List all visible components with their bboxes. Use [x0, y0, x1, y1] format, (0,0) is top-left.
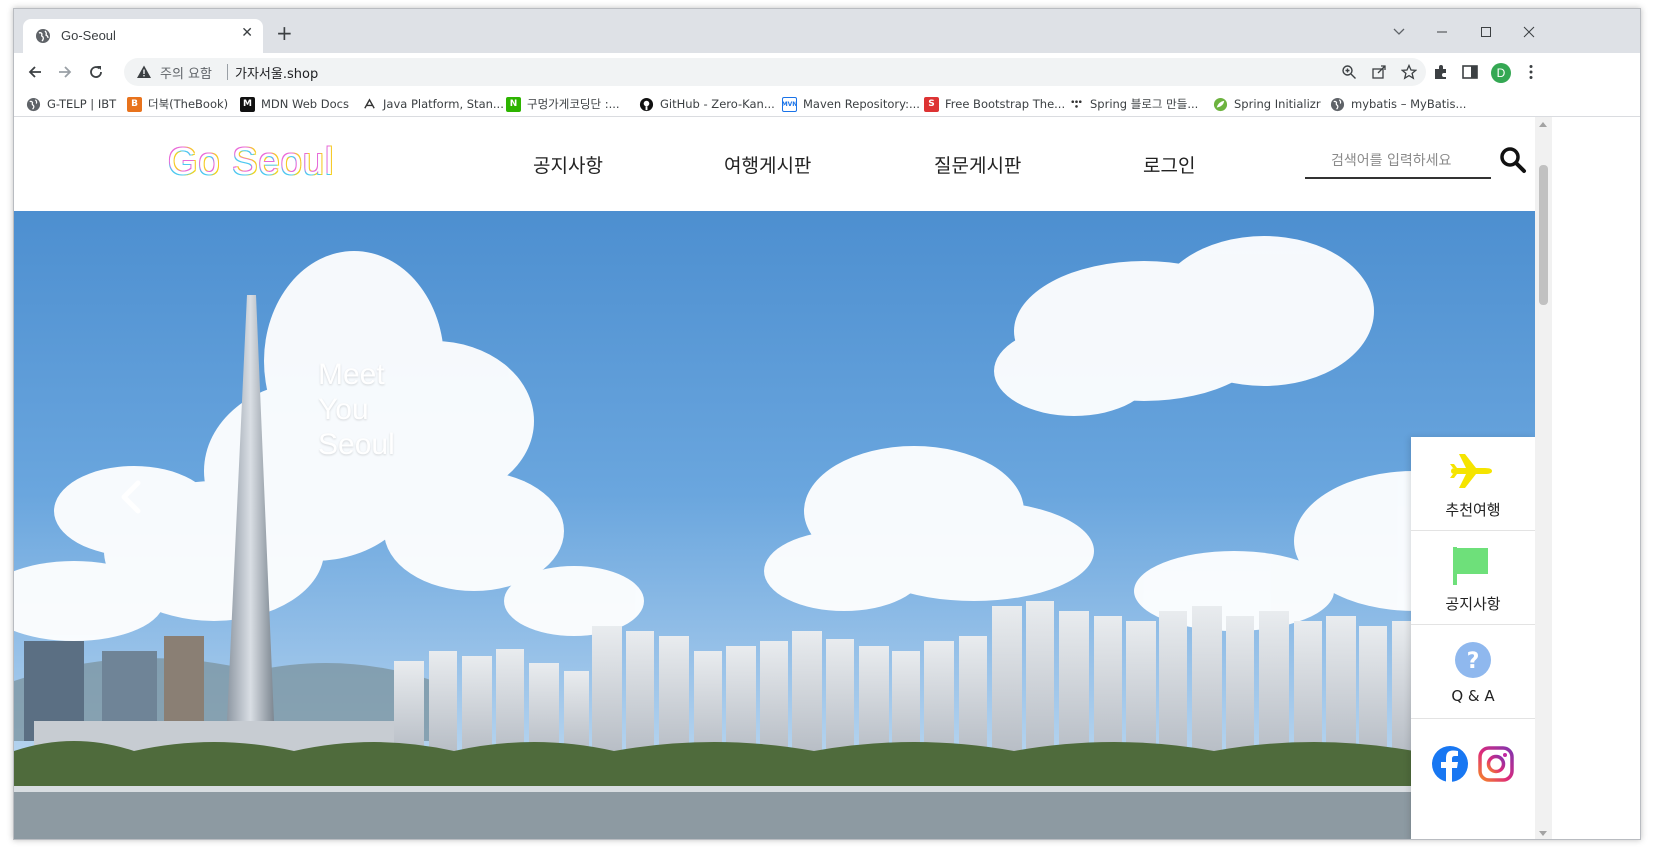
- bookmark-label: Maven Repository:...: [803, 97, 920, 111]
- side-menu-recommended-trips[interactable]: 추천여행: [1411, 437, 1535, 531]
- bookmark-item[interactable]: S Free Bootstrap The...: [924, 95, 1065, 113]
- side-panel-icon[interactable]: [1461, 63, 1479, 81]
- side-menu-label: Q & A: [1451, 687, 1495, 705]
- scroll-up-icon[interactable]: [1539, 122, 1547, 127]
- airplane-icon: [1450, 454, 1492, 488]
- close-window-icon[interactable]: [1514, 21, 1544, 43]
- bookmark-label: G-TELP | IBT: [47, 97, 117, 111]
- bookmark-item[interactable]: Java Platform, Stan...: [362, 95, 504, 113]
- seoul-skyline-image: [14, 236, 1535, 839]
- github-icon: [639, 97, 654, 111]
- address-separator: [227, 64, 228, 80]
- maven-icon: MVN: [782, 96, 797, 112]
- bookmarks-bar: G-TELP | IBT B 더북(TheBook) M MDN Web Doc…: [14, 91, 1640, 117]
- hero-carousel: Meet You Seoul: [14, 211, 1535, 839]
- side-menu-label: 추천여행: [1445, 501, 1501, 519]
- close-tab-icon[interactable]: ✕: [241, 25, 253, 41]
- bookmark-label: MDN Web Docs: [261, 97, 349, 111]
- maximize-icon[interactable]: [1471, 21, 1501, 43]
- back-icon[interactable]: [24, 61, 46, 83]
- carousel-prev-icon[interactable]: [118, 479, 144, 515]
- scroll-down-icon[interactable]: [1539, 831, 1547, 836]
- bookmark-label: Spring Initializr: [1234, 97, 1321, 111]
- bookmark-item[interactable]: M MDN Web Docs: [240, 95, 349, 113]
- side-menu-notice[interactable]: 공지사항: [1411, 531, 1535, 625]
- search-input[interactable]: [1305, 145, 1491, 179]
- bookmark-item[interactable]: N 구멍가게코딩단 :...: [506, 95, 620, 113]
- globe-icon: [1330, 97, 1345, 111]
- url-text[interactable]: 가자서울.shop: [235, 63, 318, 82]
- startbootstrap-icon: S: [924, 96, 939, 112]
- forward-icon[interactable]: [54, 61, 76, 83]
- hero-caption-line: You: [318, 393, 369, 426]
- bookmark-item[interactable]: MVN Maven Repository:...: [782, 95, 920, 113]
- bookmark-label: Java Platform, Stan...: [383, 97, 504, 111]
- hero-caption-line: Seoul: [318, 428, 395, 461]
- bookmark-item[interactable]: Spring 블로그 만들...: [1069, 95, 1198, 113]
- globe-icon: [36, 29, 50, 43]
- bookmark-label: Spring 블로그 만들...: [1090, 97, 1199, 111]
- naver-cafe-icon: N: [506, 96, 521, 112]
- java-icon: [364, 97, 375, 109]
- hero-caption: Meet You Seoul: [318, 357, 395, 462]
- side-menu-label: 공지사항: [1445, 595, 1501, 613]
- site-header: Go Seoul 공지사항 여행게시판 질문게시판 로그인: [14, 117, 1535, 211]
- quick-side-menu: 추천여행 공지사항 ? Q & A: [1411, 437, 1535, 839]
- bookmark-item[interactable]: mybatis – MyBatis...: [1330, 95, 1466, 113]
- browser-tab[interactable]: Go-Seoul ✕: [23, 19, 263, 53]
- side-menu-social: [1411, 719, 1535, 839]
- zoom-icon[interactable]: [1341, 64, 1357, 80]
- minimize-icon[interactable]: [1427, 21, 1457, 43]
- bookmark-label: GitHub - Zero-Kan...: [660, 97, 775, 111]
- new-tab-button[interactable]: +: [276, 23, 293, 43]
- globe-icon: [26, 97, 41, 111]
- facebook-icon[interactable]: [1431, 745, 1469, 783]
- reload-icon[interactable]: [85, 61, 107, 83]
- nav-login[interactable]: 로그인: [1143, 151, 1195, 178]
- site-logo[interactable]: Go Seoul: [168, 141, 334, 184]
- bookmark-label: 구멍가게코딩단 :...: [527, 97, 620, 111]
- share-icon[interactable]: [1371, 64, 1387, 80]
- bookmark-label: Free Bootstrap The...: [945, 97, 1066, 111]
- bookmark-item[interactable]: B 더북(TheBook): [127, 95, 228, 113]
- tab-strip: Go-Seoul ✕ +: [14, 9, 1640, 53]
- browser-window: Go-Seoul ✕ + 주의 요함 가자서울.shop D G-TELP | …: [13, 8, 1641, 840]
- tab-search-icon[interactable]: [1384, 21, 1414, 43]
- desktop: Go-Seoul ✕ + 주의 요함 가자서울.shop D G-TELP | …: [0, 0, 1655, 852]
- mdn-icon: M: [240, 96, 255, 112]
- bookmark-item[interactable]: GitHub - Zero-Kan...: [639, 95, 775, 113]
- nav-notice[interactable]: 공지사항: [533, 151, 603, 178]
- bookmark-star-icon[interactable]: [1401, 64, 1417, 80]
- flag-icon: [1453, 547, 1488, 585]
- dots-icon: [1071, 99, 1082, 108]
- warning-icon[interactable]: [136, 64, 152, 80]
- bookmark-label: mybatis – MyBatis...: [1351, 97, 1467, 111]
- svg-text:?: ?: [1467, 649, 1480, 674]
- spring-icon: [1213, 97, 1228, 111]
- profile-avatar[interactable]: D: [1491, 63, 1511, 83]
- extensions-icon[interactable]: [1432, 63, 1450, 81]
- tab-title: Go-Seoul: [61, 28, 116, 43]
- nav-question-board[interactable]: 질문게시판: [934, 151, 1021, 178]
- question-icon: ?: [1455, 642, 1491, 678]
- bookmark-label: 더북(TheBook): [148, 97, 229, 111]
- thebook-icon: B: [127, 96, 142, 112]
- instagram-icon[interactable]: [1477, 745, 1515, 783]
- security-warning-text[interactable]: 주의 요함: [160, 63, 212, 82]
- page-viewport: Go Seoul 공지사항 여행게시판 질문게시판 로그인 검색어를 입력하세요…: [14, 117, 1535, 839]
- nav-travel-board[interactable]: 여행게시판: [724, 151, 811, 178]
- bookmark-item[interactable]: Spring Initializr: [1213, 95, 1321, 113]
- side-menu-qna[interactable]: ? Q & A: [1411, 625, 1535, 719]
- search-icon[interactable]: [1499, 146, 1527, 174]
- menu-kebab-icon[interactable]: [1522, 63, 1540, 81]
- page-scrollbar[interactable]: [1535, 117, 1552, 839]
- browser-toolbar: 주의 요함 가자서울.shop D: [14, 53, 1640, 91]
- bookmark-item[interactable]: G-TELP | IBT: [26, 95, 116, 113]
- hero-caption-line: Meet: [318, 358, 385, 391]
- scroll-thumb[interactable]: [1539, 165, 1548, 305]
- address-bar[interactable]: 주의 요함 가자서울.shop: [124, 58, 1426, 86]
